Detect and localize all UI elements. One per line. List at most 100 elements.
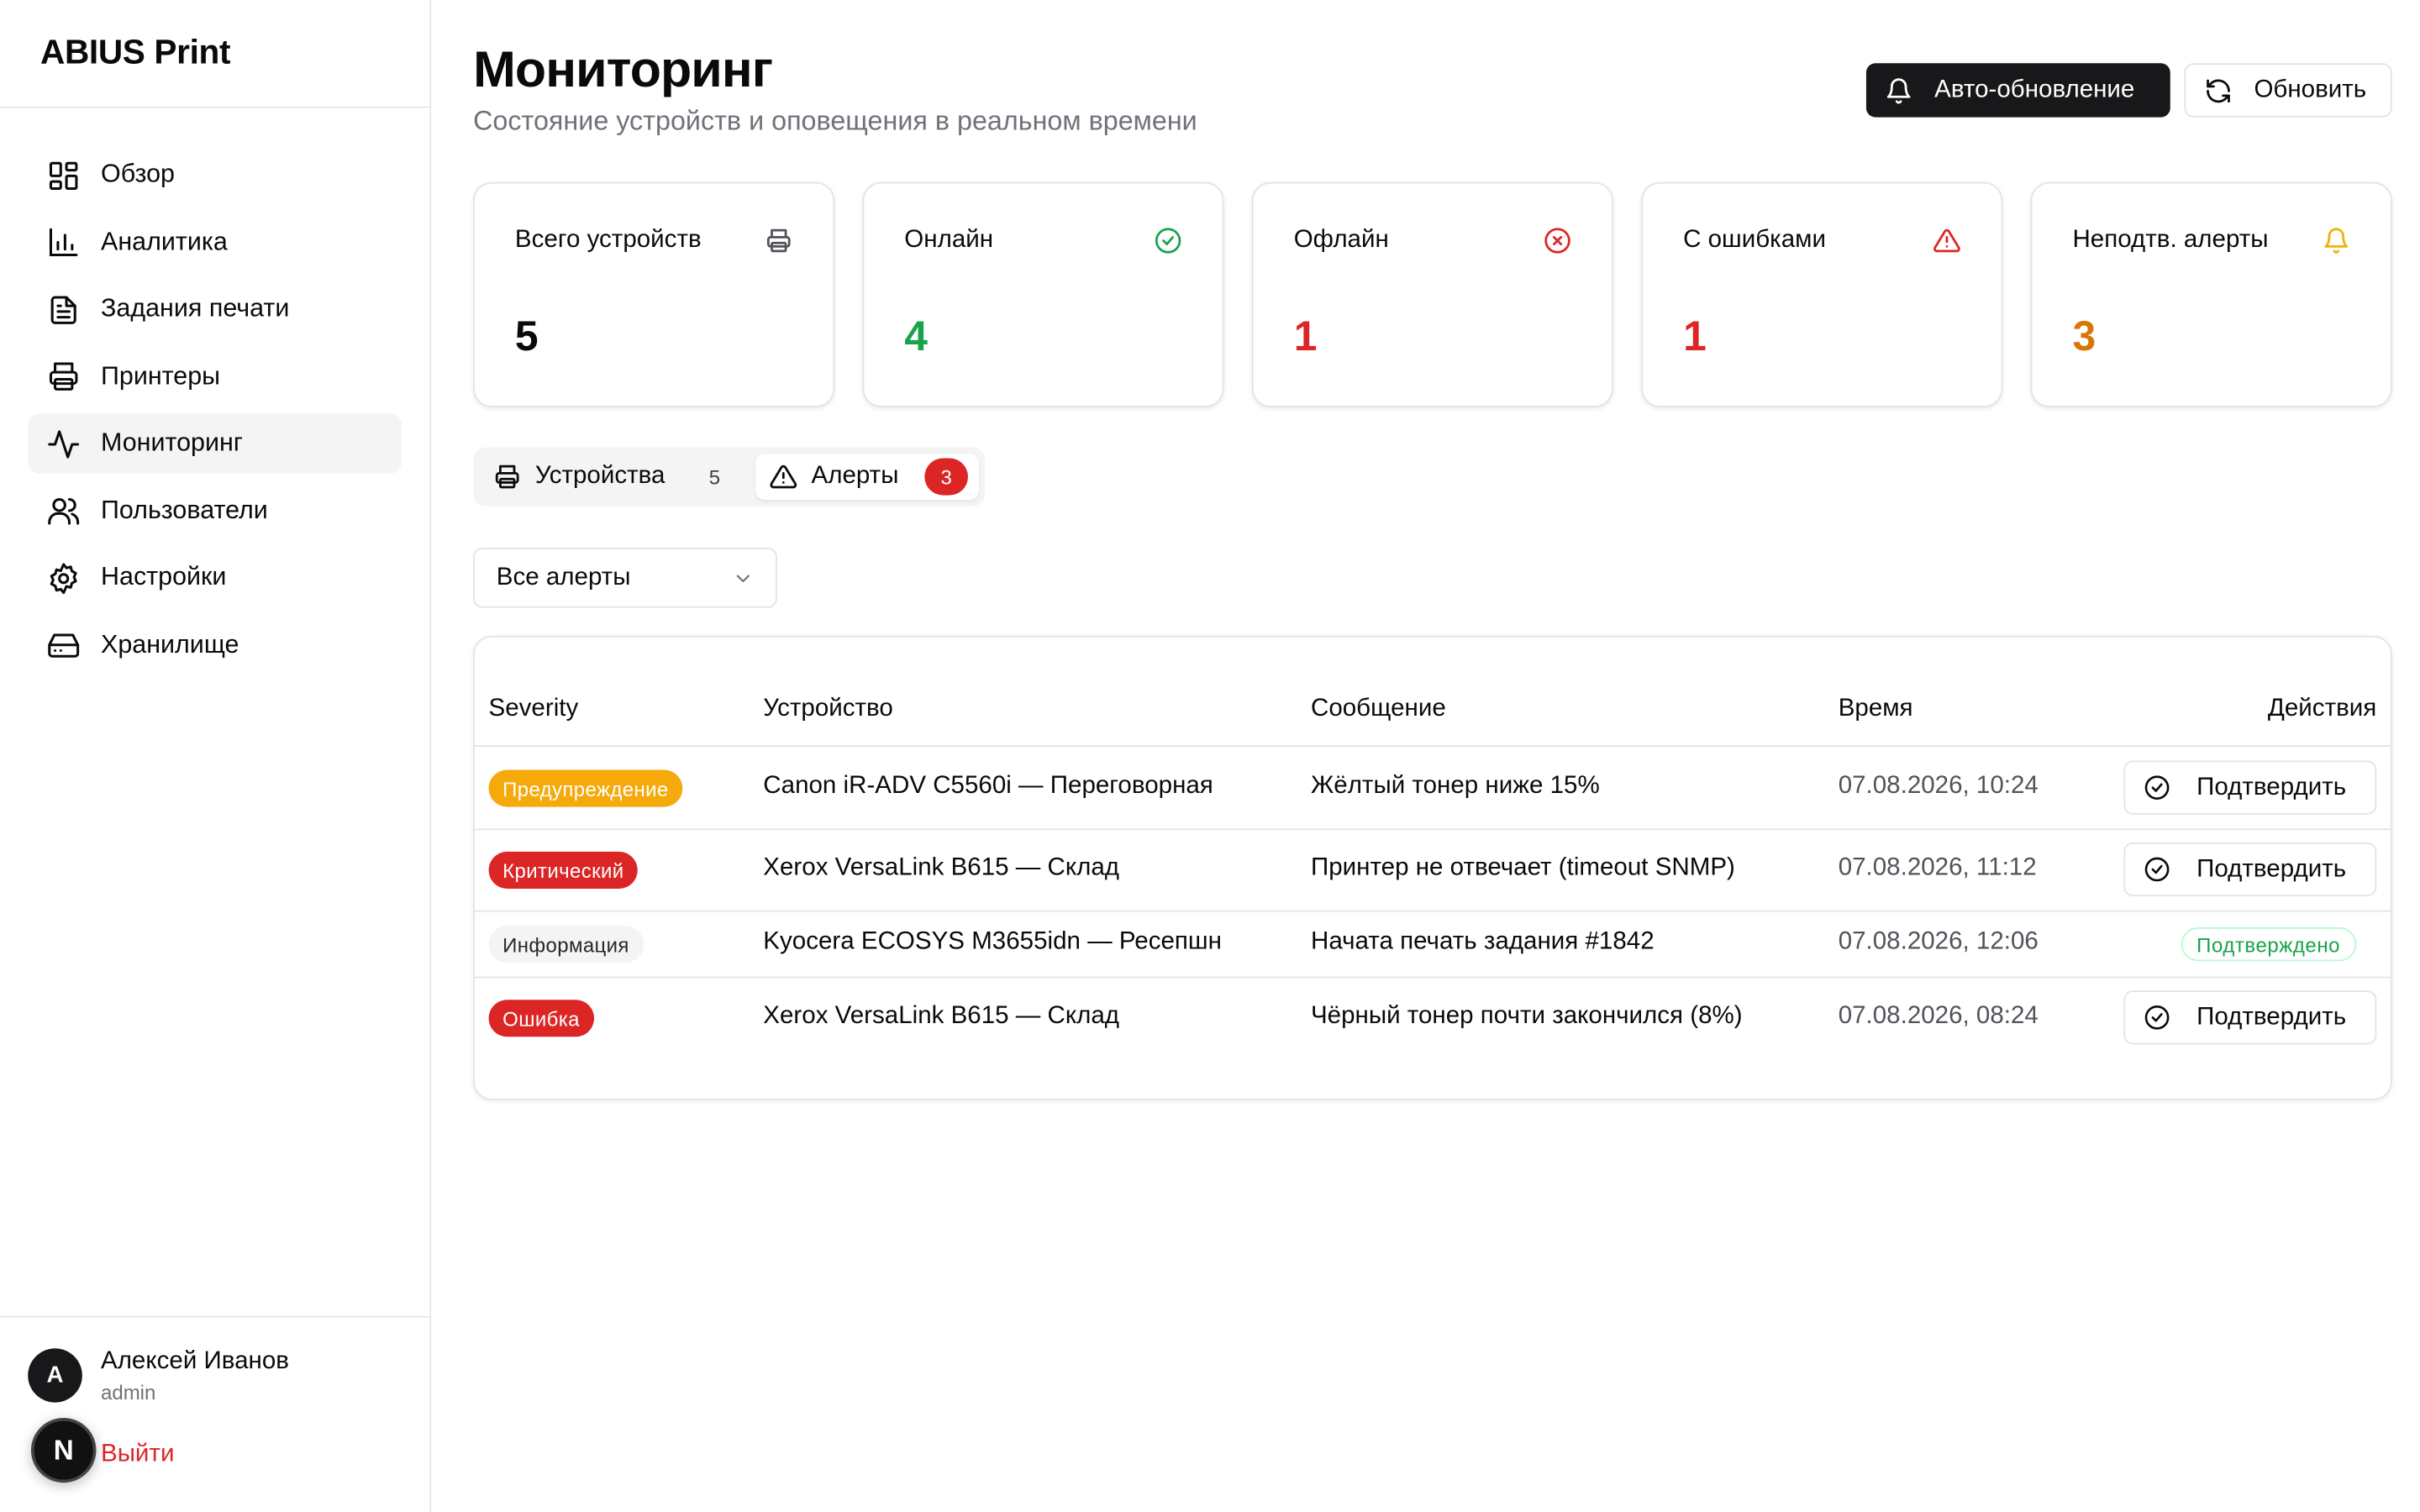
- bell-icon: [2323, 227, 2350, 255]
- dev-tools-badge[interactable]: N: [30, 1417, 97, 1483]
- filter-selected-value: Все алерты: [496, 564, 631, 591]
- acknowledge-label: Подтвердить: [2196, 774, 2347, 801]
- device-name: Xerox VersaLink B615 — Склад: [763, 854, 1120, 881]
- acknowledge-label: Подтвердить: [2196, 855, 2347, 882]
- app-root: ABIUS Print Обзор Аналитика Задания печа…: [0, 0, 2420, 1512]
- x-circle-icon: [1544, 227, 1571, 255]
- sidebar: ABIUS Print Обзор Аналитика Задания печа…: [0, 0, 432, 1512]
- sidebar-item-storage[interactable]: Хранилище: [28, 615, 402, 675]
- tab-devices[interactable]: Устройства 5: [479, 454, 746, 500]
- sidebar-item-print-jobs[interactable]: Задания печати: [28, 279, 402, 339]
- check-circle-icon: [2144, 856, 2170, 882]
- tab-devices-label: Устройства: [534, 463, 666, 490]
- sidebar-item-label: Обзор: [100, 160, 175, 189]
- column-header-severity: Severity: [488, 696, 579, 722]
- acknowledge-label: Подтвердить: [2196, 1003, 2347, 1031]
- device-name: Canon iR-ADV C5560i — Переговорная: [763, 773, 1213, 800]
- alert-message: Принтер не отвечает (timeout SNMP): [1310, 854, 1735, 881]
- alert-time: 07.08.2026, 12:06: [1838, 928, 2039, 955]
- printer-icon: [493, 463, 521, 491]
- stat-card-errors: С ошибками 1: [1641, 181, 2003, 407]
- sidebar-item-settings[interactable]: Настройки: [28, 548, 402, 608]
- refresh-label: Обновить: [2254, 76, 2367, 103]
- stat-title: Всего устройств: [514, 226, 702, 254]
- acknowledge-button[interactable]: Подтвердить: [2123, 760, 2377, 815]
- table-row: Ошибка Xerox VersaLink B615 — Склад Чёрн…: [474, 976, 2391, 1058]
- document-icon: [46, 292, 81, 326]
- stat-title: С ошибками: [1683, 226, 1826, 254]
- warning-triangle-icon: [770, 463, 797, 491]
- severity-badge: Критический: [488, 851, 639, 889]
- check-circle-icon: [2144, 774, 2170, 801]
- sidebar-item-label: Принтеры: [100, 361, 221, 390]
- stat-value: 1: [1683, 312, 1707, 360]
- alert-time: 07.08.2026, 11:12: [1838, 854, 2037, 881]
- severity-badge: Информация: [488, 926, 644, 963]
- sidebar-item-label: Пользователи: [100, 496, 268, 524]
- user-name: Алексей Иванов: [100, 1348, 289, 1375]
- activity-icon: [46, 427, 81, 460]
- stat-value: 5: [514, 312, 539, 360]
- acknowledge-button[interactable]: Подтвердить: [2123, 842, 2377, 897]
- stat-value: 3: [2072, 312, 2096, 360]
- column-header-device: Устройство: [763, 696, 893, 722]
- column-header-actions: Действия: [2267, 696, 2377, 722]
- sidebar-item-label: Хранилище: [100, 630, 239, 659]
- stat-card-unack-alerts: Неподтв. алерты 3: [2030, 181, 2392, 407]
- alert-time: 07.08.2026, 08:24: [1838, 1002, 2039, 1030]
- sidebar-item-label: Мониторинг: [100, 428, 243, 457]
- sidebar-item-analytics[interactable]: Аналитика: [28, 213, 402, 273]
- severity-badge: Предупреждение: [488, 769, 683, 807]
- sidebar-item-label: Настройки: [100, 563, 227, 591]
- device-name: Kyocera ECOSYS M3655idn — Ресепшн: [763, 928, 1222, 955]
- printer-icon: [765, 227, 792, 255]
- logout-link[interactable]: Выйти: [101, 1441, 174, 1469]
- sidebar-item-monitoring[interactable]: Мониторинг: [28, 413, 402, 474]
- sidebar-item-users[interactable]: Пользователи: [28, 480, 402, 541]
- alert-message: Начата печать задания #1842: [1310, 928, 1655, 955]
- sidebar-item-overview[interactable]: Обзор: [28, 145, 402, 206]
- acknowledged-badge: Подтверждено: [2181, 927, 2356, 962]
- table-row: Предупреждение Canon iR-ADV C5560i — Пер…: [474, 745, 2391, 828]
- alert-message: Жёлтый тонер ниже 15%: [1310, 773, 1600, 800]
- gear-icon: [46, 561, 81, 595]
- alerts-filter-select[interactable]: Все алерты: [473, 548, 777, 608]
- auto-refresh-button[interactable]: Авто-обновление: [1865, 63, 2170, 118]
- sidebar-item-label: Аналитика: [100, 227, 228, 255]
- tab-alerts-count: 3: [924, 458, 968, 496]
- sidebar-item-label: Задания печати: [100, 294, 290, 323]
- stat-title: Онлайн: [904, 226, 994, 254]
- users-icon: [46, 494, 81, 528]
- auto-refresh-label: Авто-обновление: [1934, 76, 2135, 103]
- tab-alerts[interactable]: Алерты 3: [755, 453, 979, 501]
- stat-value: 4: [904, 312, 929, 360]
- sidebar-nav: Обзор Аналитика Задания печати Принтеры: [0, 108, 429, 675]
- tabs-list: Устройства 5 Алерты 3: [473, 447, 986, 507]
- refresh-button[interactable]: Обновить: [2184, 63, 2392, 118]
- stat-value: 1: [1293, 312, 1318, 360]
- sidebar-item-printers[interactable]: Принтеры: [28, 346, 402, 407]
- column-header-time: Время: [1838, 696, 1913, 722]
- refresh-icon: [2204, 76, 2232, 104]
- user-role: admin: [100, 1380, 156, 1404]
- avatar[interactable]: A: [28, 1348, 82, 1403]
- stats-cards: Всего устройств 5 Онлайн 4 Офлайн 1 С ош…: [473, 181, 2392, 407]
- tab-alerts-label: Алерты: [811, 463, 899, 490]
- dashboard-icon: [46, 158, 81, 192]
- brand-logo[interactable]: ABIUS Print: [0, 0, 430, 108]
- alerts-table: Severity Устройство Сообщение Время Дейс…: [473, 635, 2392, 1100]
- bar-chart-icon: [46, 225, 81, 259]
- alert-message: Чёрный тонер почти закончился (8%): [1310, 1002, 1743, 1030]
- severity-badge: Ошибка: [488, 1000, 594, 1037]
- warning-triangle-icon: [1933, 227, 1960, 255]
- stat-card-total: Всего устройств 5: [473, 181, 835, 407]
- tab-devices-count: 5: [708, 465, 721, 489]
- acknowledge-button[interactable]: Подтвердить: [2123, 990, 2377, 1045]
- stat-card-online: Онлайн 4: [862, 181, 1224, 407]
- table-row: Критический Xerox VersaLink B615 — Склад…: [474, 828, 2391, 910]
- check-circle-icon: [1155, 227, 1182, 255]
- stat-title: Неподтв. алерты: [2072, 226, 2269, 254]
- column-header-message: Сообщение: [1310, 696, 1446, 722]
- table-row: Информация Kyocera ECOSYS M3655idn — Рес…: [474, 910, 2391, 977]
- check-circle-icon: [2144, 1005, 2170, 1031]
